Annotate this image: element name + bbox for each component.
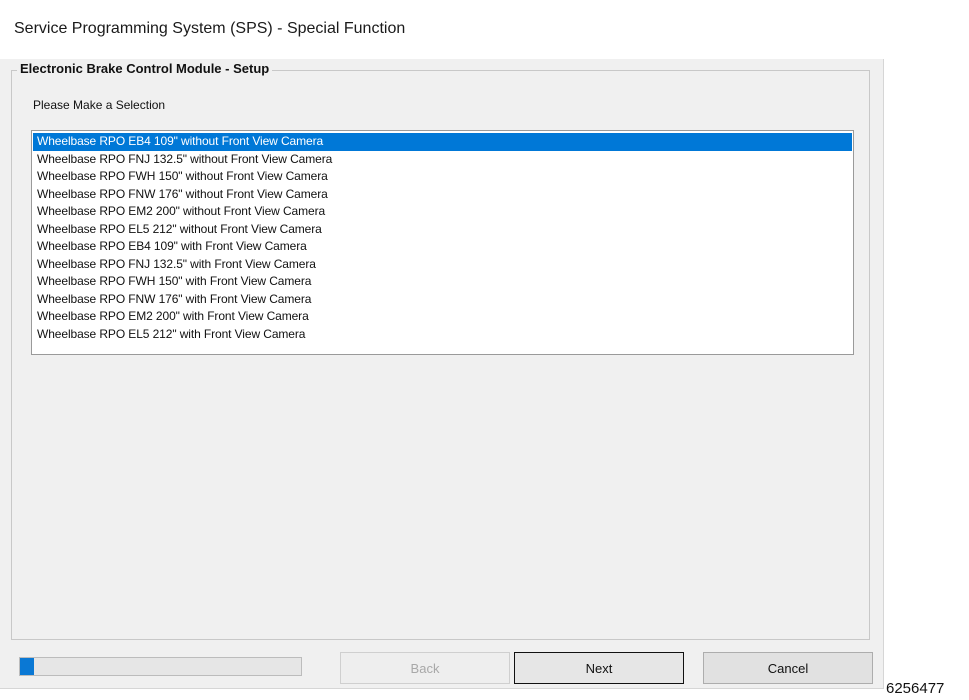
next-button[interactable]: Next (514, 652, 684, 684)
selection-prompt: Please Make a Selection (33, 98, 166, 112)
figure-code: 6256477 (886, 680, 945, 697)
list-item-em2-200-with-camera[interactable]: Wheelbase RPO EM2 200" with Front View C… (33, 308, 852, 326)
window-title: Service Programming System (SPS) - Speci… (14, 20, 406, 37)
list-item-fnw-176-without-camera[interactable]: Wheelbase RPO FNW 176" without Front Vie… (33, 186, 852, 204)
list-item-fnj-132-without-camera[interactable]: Wheelbase RPO FNJ 132.5" without Front V… (33, 151, 852, 169)
list-item-el5-212-without-camera[interactable]: Wheelbase RPO EL5 212" without Front Vie… (33, 221, 852, 239)
cancel-button[interactable]: Cancel (703, 652, 873, 684)
list-item-eb4-109-with-camera[interactable]: Wheelbase RPO EB4 109" with Front View C… (33, 238, 852, 256)
list-item-fnj-132-with-camera[interactable]: Wheelbase RPO FNJ 132.5" with Front View… (33, 256, 852, 274)
progress-bar-fill (20, 658, 35, 675)
group-title: Electronic Brake Control Module - Setup (17, 61, 273, 76)
sps-window: Service Programming System (SPS) - Speci… (0, 0, 884, 689)
list-item-fwh-150-without-camera[interactable]: Wheelbase RPO FWH 150" without Front Vie… (33, 168, 852, 186)
list-item-eb4-109-without-camera[interactable]: Wheelbase RPO EB4 109" without Front Vie… (33, 133, 852, 151)
ebcm-setup-group: Electronic Brake Control Module - Setup … (11, 61, 870, 640)
progress-bar (19, 657, 302, 676)
list-item-el5-212-with-camera[interactable]: Wheelbase RPO EL5 212" with Front View C… (33, 326, 852, 344)
back-button[interactable]: Back (340, 652, 510, 684)
list-item-fnw-176-with-camera[interactable]: Wheelbase RPO FNW 176" with Front View C… (33, 291, 852, 309)
list-item-fwh-150-with-camera[interactable]: Wheelbase RPO FWH 150" with Front View C… (33, 273, 852, 291)
window-titlebar: Service Programming System (SPS) - Speci… (0, 0, 884, 59)
list-item-em2-200-without-camera[interactable]: Wheelbase RPO EM2 200" without Front Vie… (33, 203, 852, 221)
wheelbase-listbox[interactable]: Wheelbase RPO EB4 109" without Front Vie… (31, 130, 854, 355)
